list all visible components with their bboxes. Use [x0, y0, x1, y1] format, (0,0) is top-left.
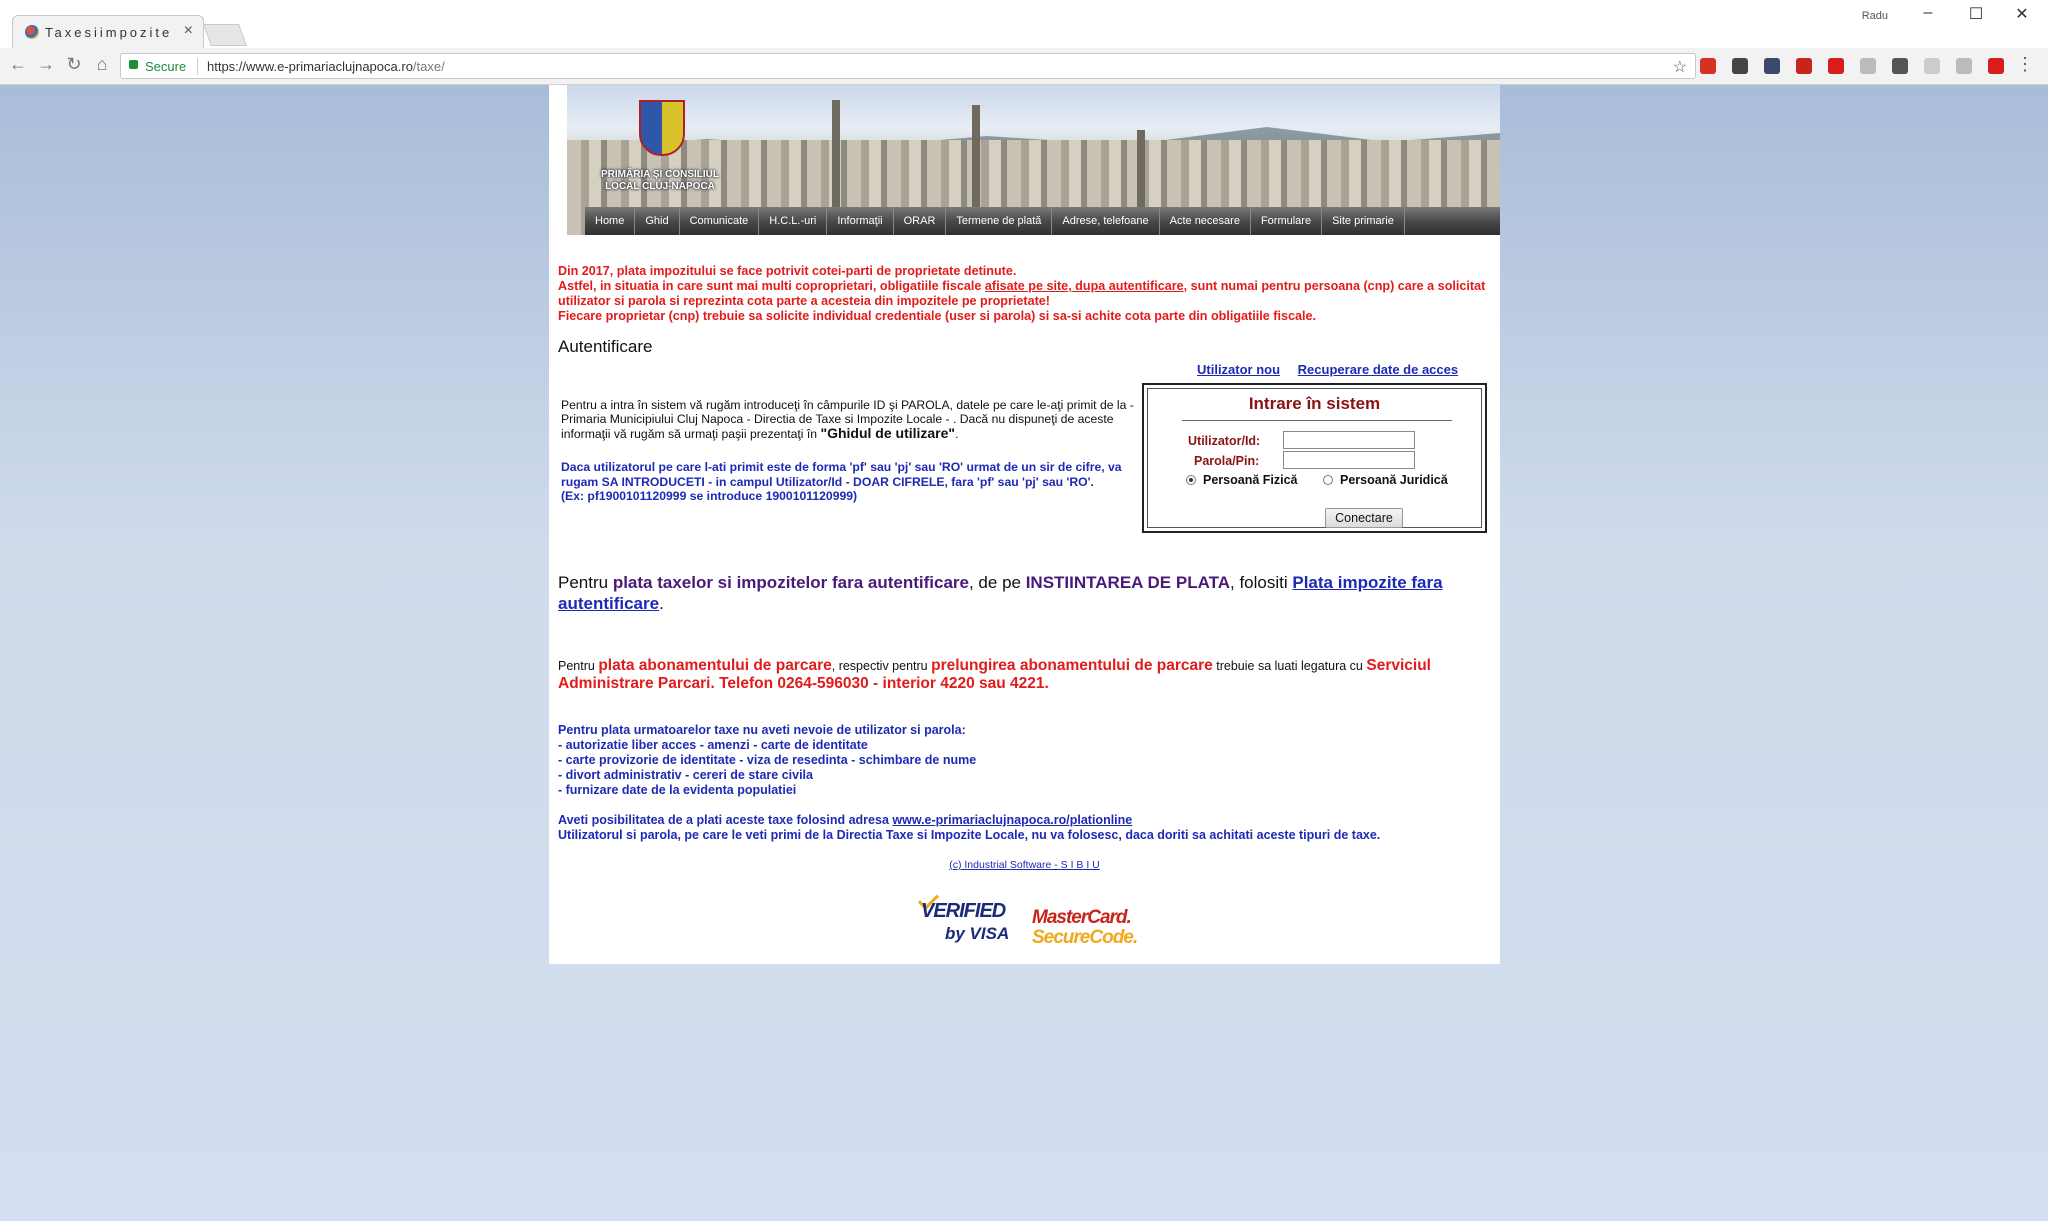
taxes-info: Pentru plata urmatoarelor taxe nu aveti … — [558, 723, 1498, 843]
tab-strip: Taxesiimpozite × Radu – ☐ ✕ — [0, 0, 2048, 48]
tab-title: Taxesiimpozite — [45, 25, 173, 40]
bubble-icon[interactable] — [1860, 58, 1876, 74]
adblock-icon[interactable] — [1828, 58, 1844, 74]
coat-of-arms-logo[interactable] — [639, 100, 685, 156]
nav-item[interactable]: ORAR — [894, 207, 947, 235]
nav-item[interactable]: Termene de plată — [946, 207, 1053, 235]
nav-item[interactable]: Informaţii — [827, 207, 894, 235]
copyright-link[interactable]: (c) Industrial Software - S I B I U — [949, 859, 1100, 871]
plationline-link[interactable]: www.e-primariaclujnapoca.ro/plationline — [892, 813, 1132, 827]
divider — [1182, 420, 1452, 421]
maximize-icon[interactable]: ☐ — [1956, 4, 1996, 24]
secure-label: Secure — [145, 59, 187, 74]
nav-item[interactable]: Comunicate — [680, 207, 760, 235]
nav-item[interactable]: H.C.L.-uri — [759, 207, 828, 235]
mastercard-securecode-logo: MasterCard. SecureCode. — [1032, 907, 1138, 948]
r-ext-icon[interactable] — [1924, 58, 1940, 74]
list-item: - divort administrativ - cereri de stare… — [558, 768, 813, 782]
radio-fizica-label[interactable]: Persoană Fizică — [1203, 473, 1298, 487]
nav-item[interactable]: Home — [585, 207, 636, 235]
user-guide-link[interactable]: "Ghidul de utilizare" — [820, 425, 955, 441]
login-title: Intrare în sistem — [1248, 394, 1381, 413]
connect-button[interactable]: Conectare — [1325, 508, 1403, 528]
radio-persoana-juridica[interactable] — [1323, 475, 1333, 485]
list-item: - carte provizorie de identitate - viza … — [558, 753, 977, 767]
lock-icon — [129, 60, 138, 69]
page-container: PRIMĂRIA ȘI CONSILIUL LOCAL CLUJ-NAPOCA … — [549, 85, 1500, 964]
coat-label: PRIMĂRIA ȘI CONSILIUL LOCAL CLUJ-NAPOCA — [601, 169, 719, 192]
gear-ext-icon[interactable] — [1892, 58, 1908, 74]
nav-item[interactable]: Acte necesare — [1160, 207, 1251, 235]
user-label: Utilizator/Id: — [1188, 434, 1261, 448]
gmail-icon[interactable] — [1700, 58, 1716, 74]
auth-intro: Pentru a intra în sistem vă rugăm introd… — [561, 398, 1134, 441]
list-item: - autorizatie liber acces - amenzi - car… — [558, 738, 868, 752]
parking-notice: Pentru plata abonamentului de parcare, r… — [558, 657, 1431, 692]
address-bar[interactable]: Secure https://www.e-primariaclujnapoca.… — [120, 53, 1696, 79]
new-user-link[interactable]: Utilizator nou — [1197, 362, 1280, 377]
verified-by-visa-logo: VERIFIED by VISA — [917, 888, 1011, 951]
recover-access-link[interactable]: Recuperare date de acces — [1298, 362, 1458, 377]
forward-icon[interactable]: → — [34, 54, 58, 75]
nav-item[interactable]: Site primarie — [1322, 207, 1405, 235]
radio-juridica-label[interactable]: Persoană Juridică — [1340, 473, 1448, 487]
back-icon[interactable]: ← — [6, 54, 30, 75]
list-item: - furnizare date de la evidenta populati… — [558, 783, 797, 797]
auth-heading: Autentificare — [558, 337, 653, 356]
cathedral-spire — [832, 100, 840, 210]
radio-persoana-fizica[interactable] — [1186, 475, 1196, 485]
new-tab-button[interactable] — [202, 24, 248, 46]
password-input[interactable] — [1283, 451, 1415, 469]
reload-icon[interactable]: ↻ — [62, 54, 86, 75]
auth-links: Utilizator nou Recuperare date de acces — [1197, 362, 1472, 377]
window-close-icon[interactable]: ✕ — [2002, 4, 2042, 24]
home-icon[interactable]: ⌂ — [90, 54, 114, 75]
auth-hint: Daca utilizatorul pe care l-ati primit e… — [561, 460, 1122, 503]
cloud-icon[interactable] — [1764, 58, 1780, 74]
reader-icon[interactable] — [1796, 58, 1812, 74]
red-square-icon[interactable] — [1988, 58, 2004, 74]
login-box: Intrare în sistem Utilizator/Id: Parola/… — [1142, 383, 1487, 533]
fiscal-notice: Din 2017, plata impozitului se face potr… — [558, 264, 1486, 323]
pay-without-auth: Pentru plata taxelor si impozitelor fara… — [558, 573, 1443, 613]
nav-item[interactable]: Adrese, telefoane — [1052, 207, 1160, 235]
profile-name[interactable]: Radu — [1862, 10, 1888, 22]
browser-tab[interactable]: Taxesiimpozite × — [12, 15, 204, 48]
browser-menu-icon[interactable]: ⋮ — [2016, 54, 2034, 75]
bookmark-star-icon[interactable]: ☆ — [1673, 57, 1687, 77]
url-text[interactable]: https://www.e-primariaclujnapoca.ro/taxe… — [207, 59, 445, 74]
browser-toolbar: ← → ↻ ⌂ Secure https://www.e-primariaclu… — [0, 48, 2048, 85]
pocket-icon[interactable] — [1732, 58, 1748, 74]
minimize-icon[interactable]: – — [1908, 4, 1948, 22]
header-banner: PRIMĂRIA ȘI CONSILIUL LOCAL CLUJ-NAPOCA … — [567, 85, 1500, 235]
nav-item[interactable]: Formulare — [1251, 207, 1323, 235]
site-nav: Home Ghid Comunicate H.C.L.-uri Informaţii OR… — [585, 207, 1500, 235]
rss-icon[interactable] — [1956, 58, 1972, 74]
tower — [1137, 130, 1145, 210]
notice-link[interactable]: afisate pe site, dupa autentificare — [985, 279, 1184, 293]
site-favicon-icon — [25, 25, 39, 39]
copyright: (c) Industrial Software - S I B I U — [549, 859, 1500, 871]
password-label: Parola/Pin: — [1194, 454, 1260, 468]
user-id-input[interactable] — [1283, 431, 1415, 449]
tab-close-icon[interactable]: × — [184, 22, 193, 40]
page-viewport: PRIMĂRIA ȘI CONSILIUL LOCAL CLUJ-NAPOCA … — [0, 85, 2048, 1221]
divider — [197, 58, 198, 75]
church-spire — [972, 105, 980, 210]
nav-item[interactable]: Ghid — [635, 207, 680, 235]
